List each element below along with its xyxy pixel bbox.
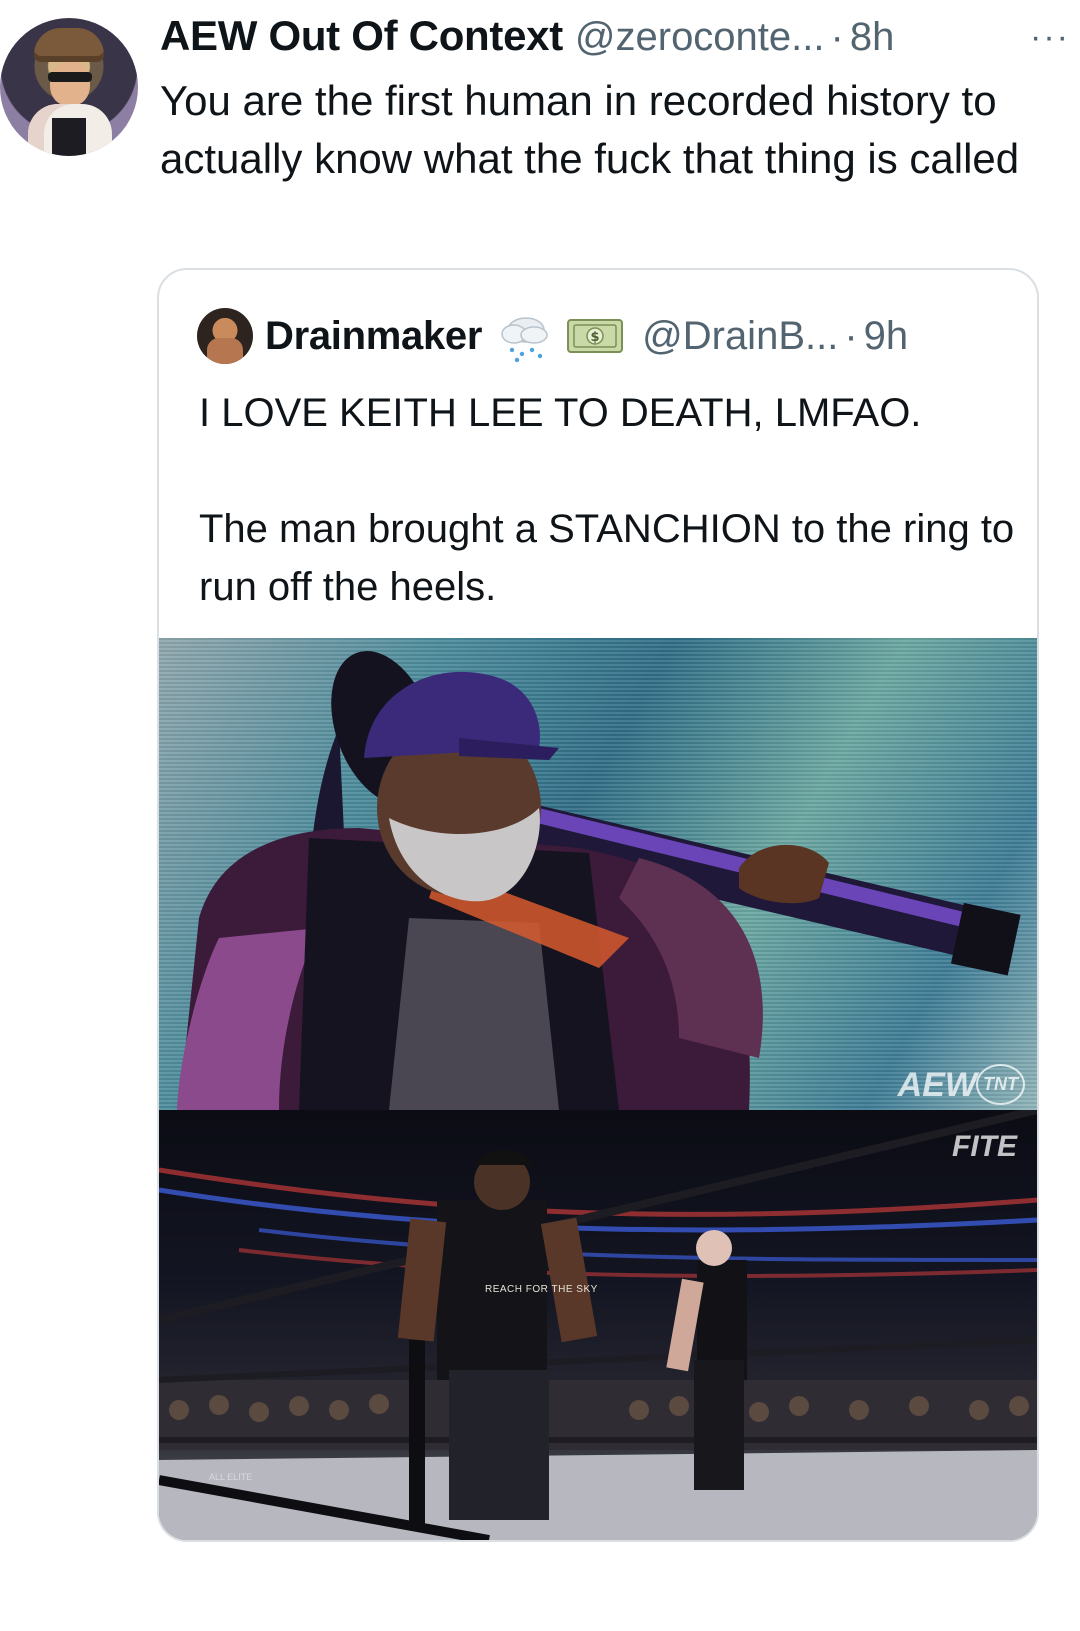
separator-dot: · — [830, 15, 844, 59]
media-image-top[interactable]: AEW TNT — [159, 638, 1037, 1110]
svg-text:$: $ — [591, 330, 600, 345]
aew-logo-watermark: AEW — [897, 1066, 977, 1104]
quoted-author-handle[interactable]: @DrainB... — [642, 314, 838, 359]
quoted-tweet-text: I LOVE KEITH LEE TO DEATH, LMFAO. The ma… — [199, 391, 1015, 609]
avatar-shirt-shape — [52, 118, 86, 156]
tweet[interactable]: AEW Out Of Context @zeroconte... · 8h ··… — [0, 0, 1080, 1631]
tweet-header: AEW Out Of Context @zeroconte... · 8h — [160, 12, 894, 64]
quoted-tweet-header: Drainmaker $ @DrainB... · 9h — [197, 308, 908, 364]
avatar-face-shape — [50, 62, 90, 106]
wrestling-ring-scene-illustration — [159, 1110, 1037, 1540]
tweet-timestamp[interactable]: 8h — [850, 15, 895, 60]
quoted-author-name[interactable]: Drainmaker — [265, 314, 482, 359]
dollar-banknote-icon: $ — [567, 319, 624, 353]
author-handle[interactable]: @zeroconte... — [575, 15, 825, 60]
avatar-hat-shape — [34, 28, 104, 62]
cloud-with-rain-icon — [501, 317, 548, 363]
tnt-logo-watermark: TNT — [976, 1064, 1025, 1105]
fite-logo-watermark: FITE — [952, 1130, 1017, 1163]
author-avatar[interactable] — [0, 18, 138, 156]
quoted-author-avatar[interactable] — [197, 308, 253, 364]
quoted-tweet-timestamp[interactable]: 9h — [864, 314, 909, 359]
wrestler-with-stanchion-illustration — [177, 651, 1021, 1110]
shirt-caption-text: REACH FOR THE SKY — [485, 1284, 598, 1295]
more-options-icon[interactable]: ··· — [1030, 20, 1070, 54]
ring-apron-banner-text: ALL ELITE — [209, 1472, 253, 1482]
author-name[interactable]: AEW Out Of Context — [160, 12, 563, 60]
media-image-bottom[interactable]: FITE REACH FOR THE SKY ALL ELITE — [159, 1110, 1037, 1540]
quoted-tweet[interactable]: Drainmaker $ @DrainB... · 9h I LOVE KEIT… — [157, 268, 1039, 1542]
tweet-text: You are the first human in recorded hist… — [160, 77, 1020, 182]
separator-dot: · — [844, 313, 858, 358]
avatar-glasses-shape — [48, 72, 92, 82]
